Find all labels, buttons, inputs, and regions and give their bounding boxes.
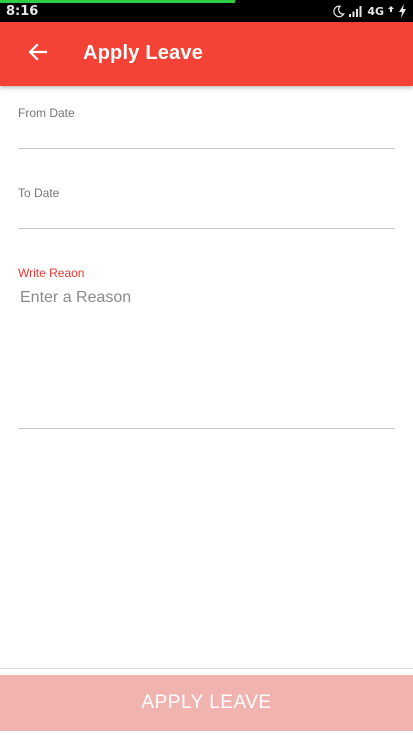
reason-field[interactable]: Write Reaon: [18, 266, 395, 430]
from-date-input[interactable]: [18, 124, 395, 146]
apply-leave-button[interactable]: APPLY LEAVE: [0, 675, 413, 731]
app-bar: Apply Leave: [0, 22, 413, 86]
from-date-field[interactable]: From Date: [18, 106, 395, 150]
from-date-label: From Date: [18, 106, 75, 120]
page-load-progress: [0, 0, 236, 3]
back-button[interactable]: [18, 34, 58, 74]
to-date-label: To Date: [18, 186, 60, 200]
to-date-underline: [18, 228, 395, 229]
status-time: 8:16: [6, 4, 39, 19]
network-type: 4G: [367, 4, 384, 18]
reason-underline: [18, 428, 395, 429]
reason-label: Write Reaon: [18, 266, 85, 280]
status-icons: 4G: [332, 3, 407, 19]
page-title: Apply Leave: [83, 42, 204, 64]
bottom-divider: [0, 668, 413, 669]
to-date-field[interactable]: To Date: [18, 186, 395, 230]
signal-icon: [349, 5, 363, 17]
data-arrows-icon: [388, 5, 394, 17]
from-date-underline: [18, 148, 395, 149]
arrow-left-icon: [28, 42, 48, 67]
status-bar: 8:16 4G: [0, 0, 413, 22]
reason-input[interactable]: [18, 289, 395, 424]
to-date-input[interactable]: [18, 204, 395, 226]
battery-charging-icon: [398, 4, 407, 18]
moon-icon: [332, 5, 346, 18]
